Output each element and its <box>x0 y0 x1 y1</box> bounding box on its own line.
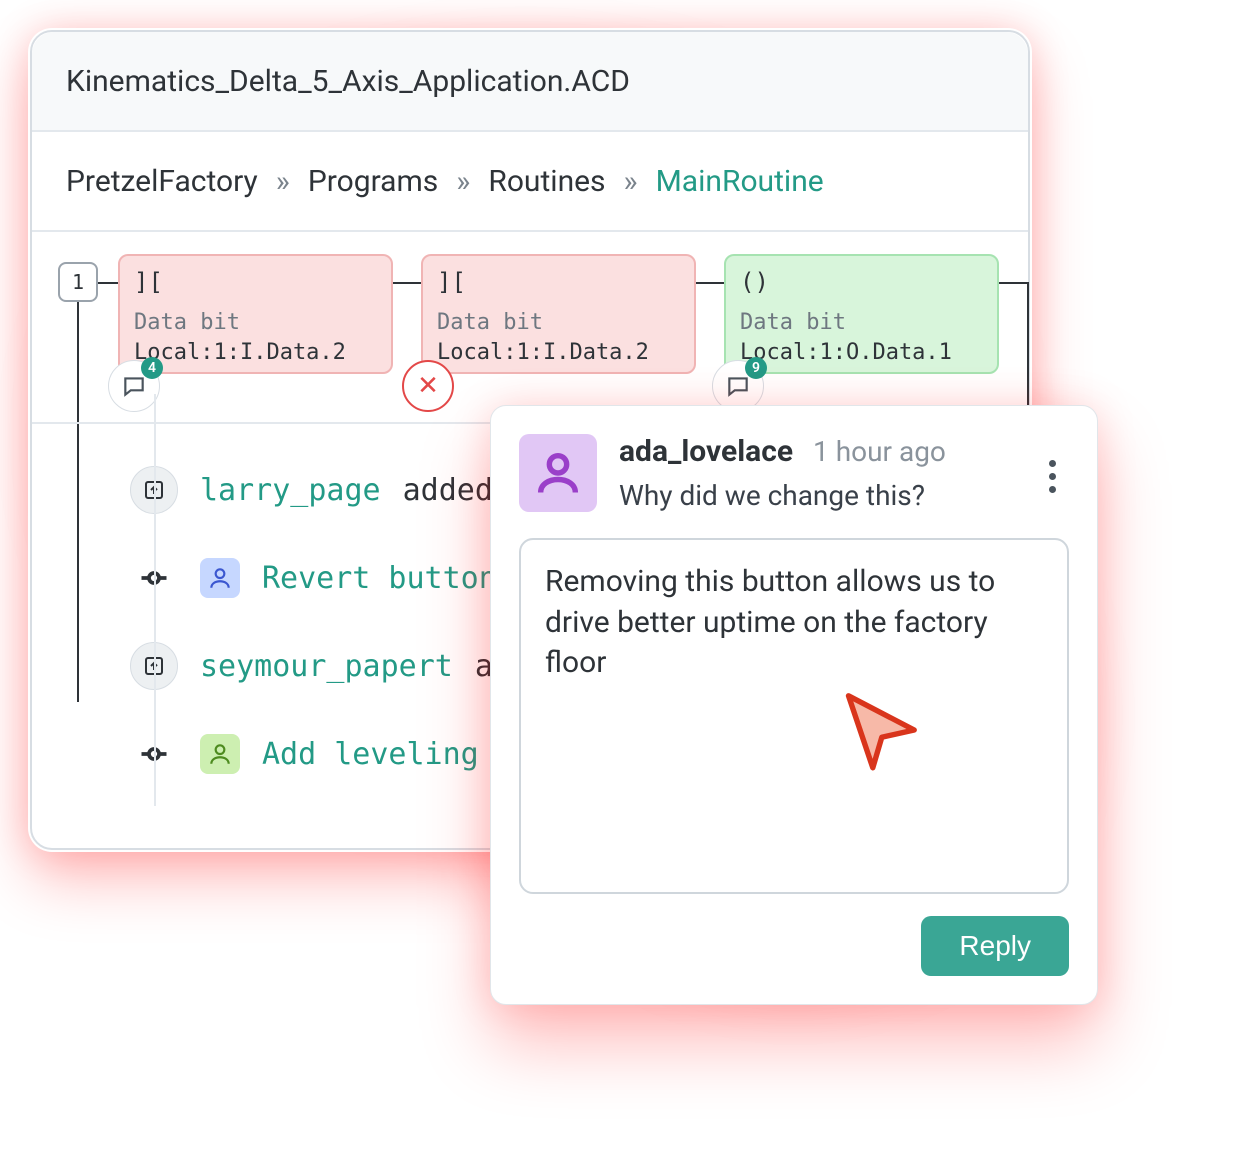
instruction-label: Data bit <box>134 308 377 338</box>
instruction-label: Data bit <box>740 308 983 338</box>
user-icon <box>207 741 233 767</box>
instruction-tag: Local:1:O.Data.1 <box>740 338 983 368</box>
breadcrumb: PretzelFactory » Programs » Routines » M… <box>32 132 1028 232</box>
file-name: Kinematics_Delta_5_Axis_Application.ACD <box>66 64 630 99</box>
commit-dot-icon <box>130 563 178 593</box>
instruction-kind: () <box>740 266 983 298</box>
error-indicator[interactable]: ✕ <box>402 360 454 412</box>
activity-user: larry_page <box>200 473 381 508</box>
comment-bubble[interactable]: 4 <box>108 360 160 412</box>
more-menu-button[interactable] <box>1035 434 1069 512</box>
avatar <box>519 434 597 512</box>
ladder-diagram: 1 ][ Data bit Local:1:I.Data.2 4 ][ <box>32 232 1028 422</box>
comment-icon <box>725 373 751 399</box>
activity-user: seymour_papert <box>200 649 453 684</box>
instruction-label: Data bit <box>437 308 680 338</box>
user-icon <box>532 447 584 499</box>
breadcrumb-sep: » <box>624 164 638 199</box>
breadcrumb-sep: » <box>276 164 290 199</box>
rung-number[interactable]: 1 <box>58 262 98 302</box>
breadcrumb-item[interactable]: PretzelFactory <box>66 164 258 199</box>
cursor-icon <box>835 685 925 775</box>
instruction-kind: ][ <box>437 266 680 298</box>
commit-dot-icon <box>130 739 178 769</box>
comment-icon <box>121 373 147 399</box>
avatar <box>200 734 240 774</box>
breadcrumb-item[interactable]: Routines <box>488 164 605 199</box>
kebab-dot-icon <box>1049 460 1056 467</box>
rung-number-value: 1 <box>72 270 84 294</box>
comment-count-badge: 9 <box>745 357 767 379</box>
ladder-instruction[interactable]: () Data bit Local:1:O.Data.1 <box>724 254 999 374</box>
kebab-dot-icon <box>1049 473 1056 480</box>
comment-author: ada_lovelace <box>619 434 793 469</box>
instruction-tag: Local:1:I.Data.2 <box>134 338 377 368</box>
reply-input[interactable] <box>519 538 1069 894</box>
comment-time: 1 hour ago <box>813 435 946 468</box>
avatar <box>200 558 240 598</box>
window-title: Kinematics_Delta_5_Axis_Application.ACD <box>32 32 1028 132</box>
breadcrumb-sep: » <box>456 164 470 199</box>
instruction-kind: ][ <box>134 266 377 298</box>
close-icon: ✕ <box>417 371 439 401</box>
commit-push-icon <box>130 466 178 514</box>
reply-button[interactable]: Reply <box>921 916 1069 976</box>
comment-count-badge: 4 <box>141 357 163 379</box>
commit-push-icon <box>130 642 178 690</box>
comment-body: Why did we change this? <box>619 479 1013 512</box>
user-icon <box>207 565 233 591</box>
breadcrumb-item[interactable]: Programs <box>308 164 438 199</box>
kebab-dot-icon <box>1049 486 1056 493</box>
ladder-instruction[interactable]: ][ Data bit Local:1:I.Data.2 <box>118 254 393 374</box>
instruction-tag: Local:1:I.Data.2 <box>437 338 680 368</box>
comment-popover: ada_lovelace 1 hour ago Why did we chang… <box>490 405 1098 1005</box>
breadcrumb-item-active[interactable]: MainRoutine <box>656 164 824 199</box>
ladder-instruction[interactable]: ][ Data bit Local:1:I.Data.2 <box>421 254 696 374</box>
